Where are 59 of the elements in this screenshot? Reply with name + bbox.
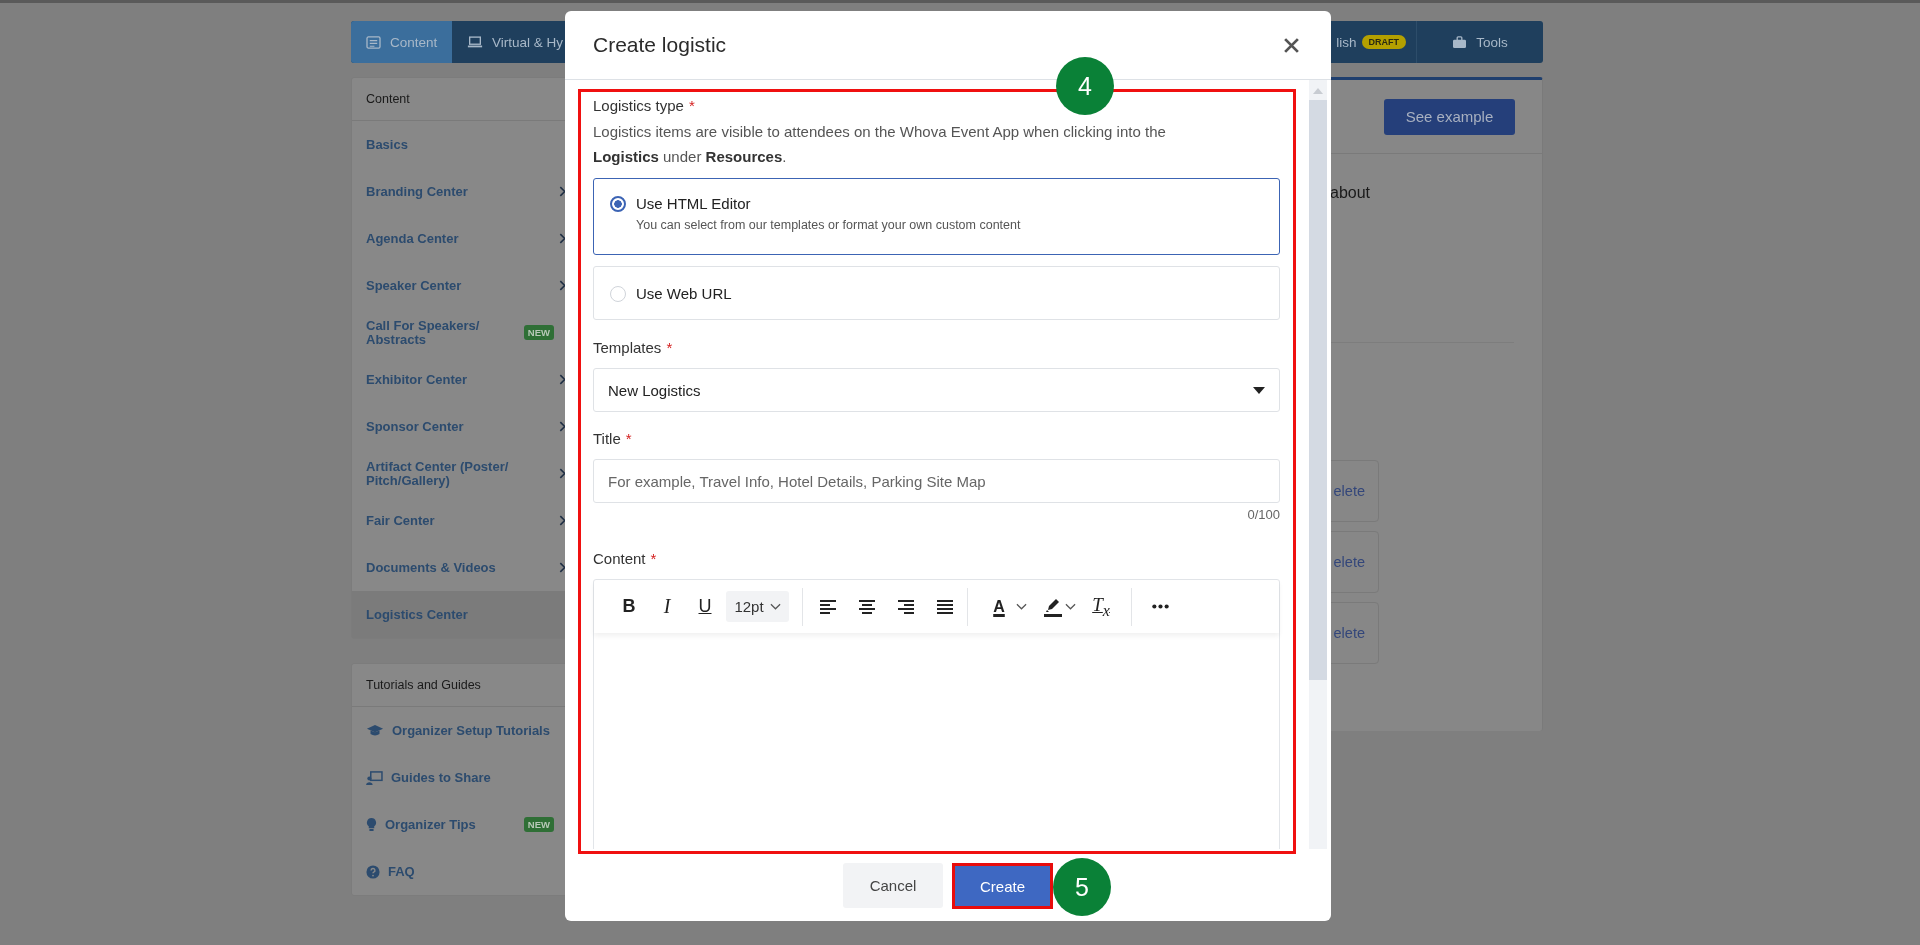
delete-link[interactable]: elete: [1333, 625, 1365, 641]
laptop-icon: [467, 36, 483, 48]
description-text: Logistics items are visible to attendees on the Whova Event App when clicking into the Logistics under Resources.: [593, 122, 1167, 167]
field-label: Templates *: [593, 339, 674, 357]
sidebar-item[interactable]: FAQ: [352, 848, 570, 895]
character-counter: 0/100: [1246, 507, 1280, 522]
chevron-icon[interactable]: [1065, 603, 1076, 610]
see-example-button[interactable]: See example: [1384, 98, 1515, 135]
option-hint: You can select from our templates or format your own custom content: [636, 218, 1021, 232]
dialog-title: Create logistic: [593, 33, 727, 57]
justify-icon[interactable]: [936, 598, 954, 615]
scrollbar[interactable]: [1309, 80, 1327, 849]
nav-tab[interactable]: Content: [351, 21, 452, 63]
italic-button[interactable]: I: [648, 590, 686, 623]
radio-option[interactable]: Use HTML Editor You can select from our templates or format your own custom content: [593, 178, 1280, 255]
field-label: Title *: [593, 430, 633, 448]
align-right-icon[interactable]: [897, 598, 915, 615]
nav-tab[interactable]: Virtual & Hy: [452, 21, 579, 63]
underline-button[interactable]: U: [686, 590, 724, 623]
radio-button[interactable]: [610, 196, 626, 212]
field-label: Content *: [593, 550, 658, 568]
delete-link[interactable]: elete: [1333, 483, 1365, 499]
body-text: about: [1330, 184, 1372, 202]
chevron-icon[interactable]: [1016, 603, 1027, 610]
align-center-icon[interactable]: [858, 598, 876, 615]
bold-button[interactable]: B: [610, 590, 648, 623]
highlighter-icon[interactable]: [1043, 596, 1063, 617]
clear-format-button[interactable]: T$_{x}$: [1084, 590, 1118, 623]
required-mark: *: [688, 97, 695, 115]
text-color-button[interactable]: A: [984, 590, 1014, 623]
template-dropdown[interactable]: New Logistics: [593, 368, 1280, 412]
briefcase-icon: [1452, 35, 1468, 49]
required-mark: *: [650, 550, 657, 568]
sidebar-item[interactable]: Organizer Tips NEW: [352, 801, 570, 848]
delete-link[interactable]: elete: [1333, 554, 1365, 570]
new-badge: NEW: [523, 325, 554, 340]
field-label: Logistics type *: [593, 97, 696, 115]
create-button[interactable]: Create: [952, 863, 1053, 909]
help-icon: [366, 864, 380, 879]
caret-icon: [1253, 386, 1265, 394]
new-badge: NEW: [523, 817, 554, 832]
radio-option[interactable]: Use Web URL: [593, 266, 1280, 320]
sidebar-item[interactable]: Organizer Setup Tutorials: [352, 707, 570, 754]
graduation-cap-icon: [366, 724, 384, 737]
presentation-icon: [366, 770, 383, 785]
more-icon[interactable]: [1152, 604, 1169, 609]
required-mark: *: [666, 339, 673, 357]
draft-badge: DRAFT: [1361, 35, 1406, 49]
font-size-dropdown[interactable]: 12pt: [726, 591, 789, 622]
lightbulb-icon: [366, 817, 377, 832]
chevron-icon: [769, 603, 781, 610]
title-input[interactable]: For example, Travel Info, Hotel Details, Parking Site Map: [593, 459, 1280, 503]
required-mark: *: [625, 430, 632, 448]
sidebar-item[interactable]: Call For Speakers/ Abstracts NEW: [352, 309, 570, 356]
list-icon: [366, 35, 381, 49]
sidebar-item[interactable]: Guides to Share: [352, 754, 570, 801]
nav-tab[interactable]: Tools: [1416, 21, 1543, 63]
cancel-button[interactable]: Cancel: [843, 863, 943, 908]
align-left-icon[interactable]: [819, 598, 837, 615]
